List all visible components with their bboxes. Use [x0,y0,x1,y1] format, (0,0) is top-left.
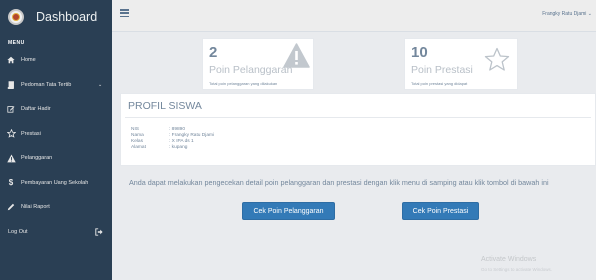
prestasi-sub: Total poin prestasi yang didapat [411,81,468,86]
chevron-down-icon: ⌄ [98,81,103,88]
warning-icon [283,43,310,73]
sidebar-item-pedoman[interactable]: Pedoman Tata Tertib ⌄ [0,73,112,98]
pencil-icon [6,202,16,212]
dollar-icon: $ [8,178,14,188]
sidebar-item-label: Log Out [8,228,28,235]
menu-toggle-icon[interactable] [120,9,129,17]
activation-watermark-subtitle: Go to Settings to activate Windows. [481,267,553,272]
school-logo-icon [8,9,24,25]
menu-section-label: MENU [8,40,25,46]
pelanggaran-label: Poin Pelanggaran [209,64,293,76]
poin-prestasi-card: 10 Poin Prestasi Total poin prestasi yan… [404,38,518,90]
sidebar-item-daftar-hadir[interactable]: Daftar Hadir [0,97,112,122]
star-outline-icon [484,47,510,77]
sidebar-item-label: Pembayaran Uang Sekolah [21,179,89,186]
brand-title: Dashboard [36,10,98,24]
sidebar-item-label: Pelanggaran [21,155,53,162]
profile-field-alamat: Alamat: kupang [131,145,188,150]
sidebar-item-label: Daftar Hadir [21,106,51,113]
chevron-down-icon: ⌄ [587,11,592,17]
pelanggaran-sub: Total poin pelanggaran yang dilakukan [209,81,278,86]
sidebar-item-nilai-raport[interactable]: Nilai Raport [0,195,112,220]
edit-icon [6,104,16,114]
panel-title: PROFIL SISWA [128,100,202,112]
sidebar-item-logout[interactable]: Log Out [0,220,112,245]
brand[interactable]: Dashboard [0,0,112,34]
book-icon [6,80,16,90]
sidebar: Dashboard MENU Home Pedoman Tata Tertib … [0,0,112,280]
prestasi-count: 10 [411,44,428,61]
profile-field-kelas: Kelas: X IPA ds 1 [131,139,194,144]
cek-poin-pelanggaran-button[interactable]: Cek Poin Pelanggaran [242,202,335,220]
profile-field-nama: Nama: Frangky Ratu Djami [131,133,215,138]
home-icon [6,55,16,65]
sidebar-item-label: Pedoman Tata Tertib [21,81,72,88]
warning-icon [6,153,16,163]
cek-poin-prestasi-button[interactable]: Cek Poin Prestasi [402,202,479,220]
star-icon [6,129,16,139]
prestasi-label: Poin Prestasi [411,64,473,76]
top-navbar: Frangky Ratu Djami ⌄ [112,0,596,32]
sidebar-item-pembayaran[interactable]: $ Pembayaran Uang Sekolah [0,171,112,196]
profil-siswa-panel: PROFIL SISWA NIS: 89890 Nama: Frangky Ra… [120,93,596,166]
sidebar-item-home[interactable]: Home [0,48,112,73]
profile-field-nis: NIS: 89890 [131,127,186,132]
sidebar-item-label: Home [21,57,36,64]
sidebar-item-label: Nilai Raport [21,204,50,211]
poin-pelanggaran-card: 2 Poin Pelanggaran Total poin pelanggara… [202,38,314,90]
divider [125,117,591,118]
user-menu[interactable]: Frangky Ratu Djami ⌄ [542,11,592,17]
pelanggaran-count: 2 [209,44,218,61]
sidebar-item-prestasi[interactable]: Prestasi [0,122,112,147]
sidebar-item-pelanggaran[interactable]: Pelanggaran [0,146,112,171]
activation-watermark-title: Activate Windows [481,256,537,263]
logout-icon [94,227,104,237]
sidebar-item-label: Prestasi [21,130,41,137]
info-text: Anda dapat melakukan pengecekan detail p… [129,178,549,187]
